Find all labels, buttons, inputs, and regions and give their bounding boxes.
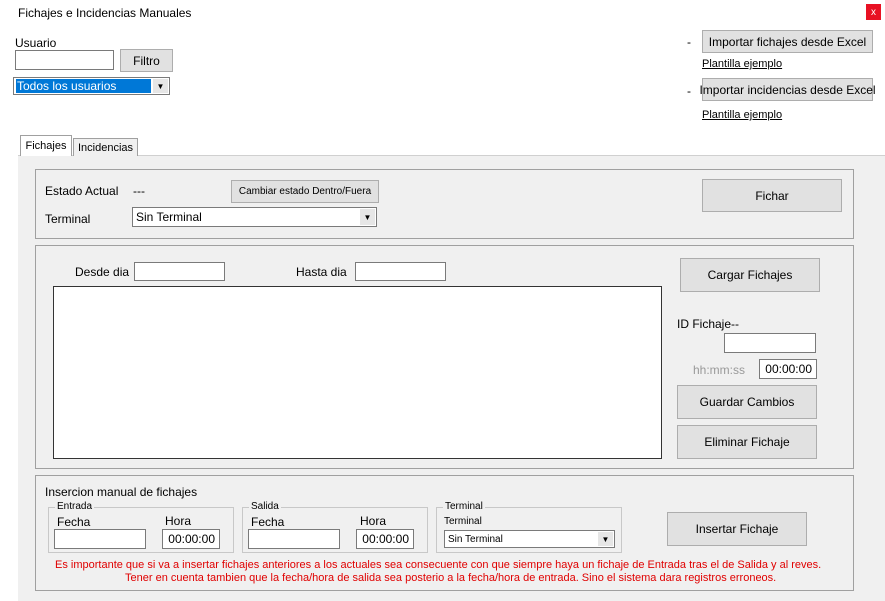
chevron-down-icon: ▼ [360, 209, 375, 225]
plantilla-link-1[interactable]: Plantilla ejemplo [702, 58, 782, 70]
estado-value: --- [133, 184, 145, 198]
window-title: Fichajes e Incidencias Manuales [18, 6, 192, 20]
hasta-label: Hasta dia [296, 265, 347, 279]
insercion-terminal-select-value: Sin Terminal [448, 533, 503, 545]
id-fichaje-value: -- [731, 317, 739, 331]
dash-1: - [687, 35, 691, 49]
usuarios-select-value: Todos los usuarios [16, 79, 151, 93]
cambiar-estado-button[interactable]: Cambiar estado Dentro/Fuera [231, 180, 379, 203]
tab-incidencias[interactable]: Incidencias [73, 138, 138, 156]
salida-group-title: Salida [249, 501, 281, 512]
filtro-button[interactable]: Filtro [120, 49, 173, 72]
import-fichajes-button[interactable]: Importar fichajes desde Excel [702, 30, 873, 53]
usuario-input[interactable] [15, 50, 114, 70]
terminal-select-value: Sin Terminal [136, 210, 202, 224]
entrada-hora-input[interactable]: 00:00:00 [162, 529, 220, 549]
dash-2: - [687, 84, 691, 98]
insercion-title: Insercion manual de fichajes [45, 485, 198, 499]
close-button[interactable]: x [866, 4, 881, 20]
desde-input[interactable] [134, 262, 225, 281]
terminal-label: Terminal [45, 212, 91, 226]
salida-hora-label: Hora [360, 514, 387, 528]
salida-fecha-label: Fecha [251, 515, 285, 529]
desde-label: Desde dia [75, 265, 130, 279]
id-fichaje-input[interactable] [724, 333, 816, 353]
entrada-group-title: Entrada [55, 501, 95, 512]
eliminar-fichaje-button[interactable]: Eliminar Fichaje [677, 425, 817, 459]
import-incidencias-button[interactable]: Importar incidencias desde Excel [699, 78, 876, 101]
tab-fichajes[interactable]: Fichajes [20, 135, 72, 156]
fichar-button[interactable]: Fichar [702, 179, 842, 212]
terminal-select[interactable]: Sin Terminal ▼ [132, 207, 377, 227]
cargar-fichajes-button[interactable]: Cargar Fichajes [680, 258, 820, 292]
warning-line-1: Es importante que si va a insertar ficha… [55, 559, 822, 571]
guardar-cambios-button[interactable]: Guardar Cambios [677, 385, 817, 419]
insertar-fichaje-button[interactable]: Insertar Fichaje [667, 512, 807, 546]
terminal-group-title: Terminal [443, 501, 485, 512]
insercion-terminal-select[interactable]: Sin Terminal ▼ [444, 530, 615, 548]
fichajes-list[interactable] [53, 286, 662, 459]
entrada-fecha-input[interactable] [54, 529, 146, 549]
estado-label: Estado Actual [45, 184, 119, 198]
usuario-label: Usuario [15, 36, 57, 50]
plantilla-link-2[interactable]: Plantilla ejemplo [702, 109, 782, 121]
salida-hora-input[interactable]: 00:00:00 [356, 529, 414, 549]
chevron-down-icon: ▼ [598, 532, 613, 546]
chevron-down-icon: ▼ [153, 79, 168, 93]
hasta-input[interactable] [355, 262, 446, 281]
usuarios-select[interactable]: Todos los usuarios ▼ [13, 77, 170, 95]
salida-fecha-input[interactable] [248, 529, 340, 549]
id-fichaje-label: ID Fichaje [677, 317, 732, 331]
entrada-fecha-label: Fecha [57, 515, 91, 529]
hora-input[interactable]: 00:00:00 [759, 359, 817, 379]
warning-line-2: Tener en cuenta tambien que la fecha/hor… [125, 572, 777, 584]
insercion-terminal-label: Terminal [444, 516, 482, 527]
entrada-hora-label: Hora [165, 514, 192, 528]
hhmmss-label: hh:mm:ss [693, 363, 746, 377]
